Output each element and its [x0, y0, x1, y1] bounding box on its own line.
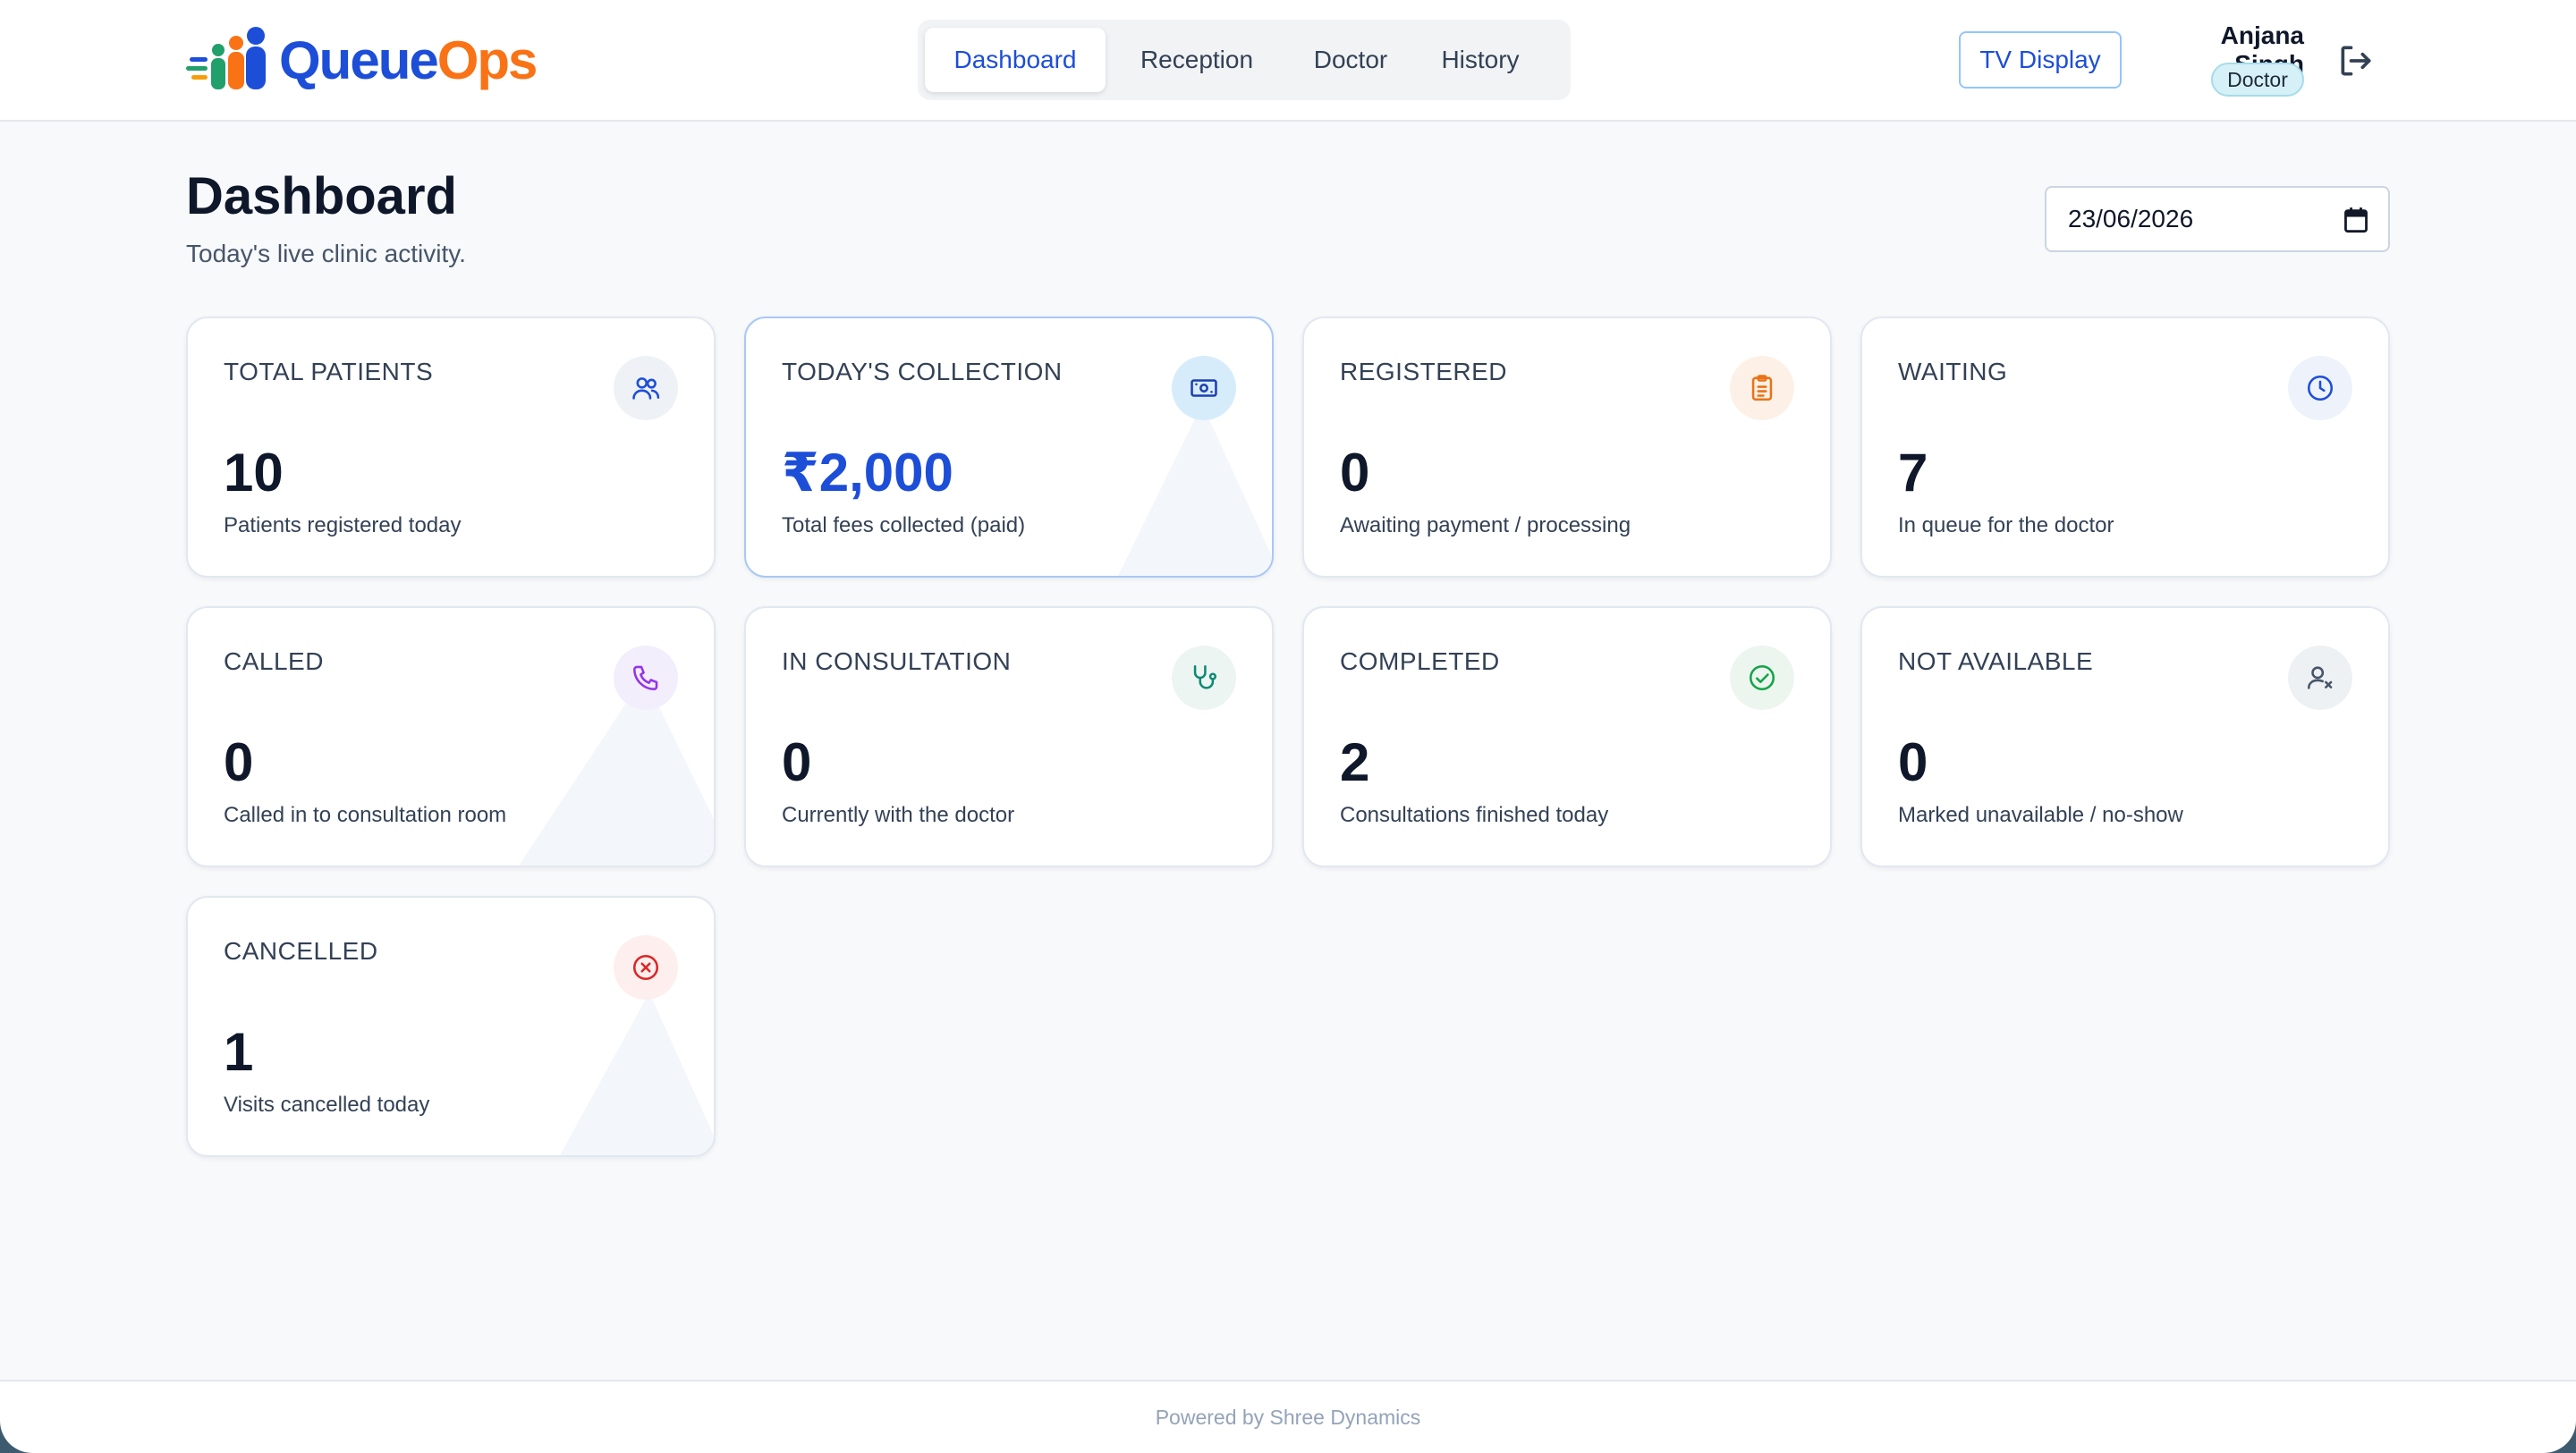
top-header: QueueOps Dashboard Reception Doctor Hist…	[0, 0, 2576, 122]
card-label: WAITING	[1898, 358, 2008, 385]
logo-text-queue: Queue	[279, 30, 439, 90]
main-nav: Dashboard Reception Doctor History	[918, 20, 1571, 100]
stat-card-called: CALLED 0 Called in to consultation room	[186, 606, 716, 867]
card-value: 0	[1340, 443, 1370, 503]
calendar-icon[interactable]	[2343, 207, 2368, 233]
logo-people-icon	[186, 25, 279, 97]
card-value: 7	[1898, 443, 1928, 503]
footer-text: Powered by Shree Dynamics	[1155, 1405, 1421, 1429]
stat-card-todays-collection: TODAY'S COLLECTION ₹2,000 Total fees col…	[744, 317, 1274, 578]
stat-card-total-patients: TOTAL PATIENTS 10 Patients registered to…	[186, 317, 716, 578]
stethoscope-icon	[1172, 646, 1236, 710]
logout-icon[interactable]	[2336, 41, 2376, 80]
stat-card-in-consultation: IN CONSULTATION 0 Currently with the doc…	[744, 606, 1274, 867]
stat-card-completed: COMPLETED 2 Consultations finished today	[1302, 606, 1832, 867]
stat-card-cancelled: CANCELLED 1 Visits cancelled today	[186, 896, 716, 1157]
page-subtitle: Today's live clinic activity.	[186, 240, 466, 267]
tab-history[interactable]: History	[1413, 28, 1547, 92]
card-label: COMPLETED	[1340, 647, 1500, 675]
card-description: Visits cancelled today	[224, 1093, 430, 1117]
card-value: 1	[224, 1022, 254, 1082]
user-x-icon	[2288, 646, 2352, 710]
stat-card-registered: REGISTERED 0 Awaiting payment / processi…	[1302, 317, 1832, 578]
card-value: 0	[782, 732, 812, 792]
cash-icon	[1172, 356, 1236, 420]
card-value: 0	[224, 732, 254, 792]
logo-text-ops: Ops	[436, 30, 538, 90]
logo-wordmark: QueueOps	[279, 25, 538, 97]
date-value: 23/06/2026	[2068, 205, 2194, 232]
card-description: Patients registered today	[224, 513, 462, 537]
stat-card-waiting: WAITING 7 In queue for the doctor	[1860, 317, 2390, 578]
card-label: REGISTERED	[1340, 358, 1508, 385]
x-circle-icon	[614, 935, 678, 1000]
card-description: Currently with the doctor	[782, 803, 1015, 827]
users-icon	[614, 356, 678, 420]
card-label: TOTAL PATIENTS	[224, 358, 434, 385]
card-value: 10	[224, 443, 284, 503]
card-label: TODAY'S COLLECTION	[782, 358, 1063, 385]
card-description: Total fees collected (paid)	[782, 513, 1026, 537]
card-description: Called in to consultation room	[224, 803, 507, 827]
app-logo[interactable]: QueueOps	[186, 25, 538, 97]
tab-doctor[interactable]: Doctor	[1288, 28, 1413, 92]
card-value: ₹2,000	[782, 443, 953, 503]
card-label: IN CONSULTATION	[782, 647, 1012, 675]
card-description: In queue for the doctor	[1898, 513, 2114, 537]
card-description: Awaiting payment / processing	[1340, 513, 1631, 537]
tab-dashboard[interactable]: Dashboard	[925, 28, 1106, 92]
clipboard-icon	[1730, 356, 1794, 420]
card-label: CALLED	[224, 647, 324, 675]
card-description: Consultations finished today	[1340, 803, 1609, 827]
tab-reception[interactable]: Reception	[1106, 28, 1288, 92]
role-badge: Doctor	[2211, 63, 2304, 97]
card-label: CANCELLED	[224, 937, 378, 965]
footer: Powered by Shree Dynamics	[0, 1380, 2576, 1453]
date-picker-input[interactable]: 23/06/2026	[2045, 186, 2390, 252]
tv-display-button[interactable]: TV Display	[1959, 31, 2122, 89]
card-value: 2	[1340, 732, 1370, 792]
clock-icon	[2288, 356, 2352, 420]
stat-card-not-available: NOT AVAILABLE 0 Marked unavailable / no-…	[1860, 606, 2390, 867]
card-label: NOT AVAILABLE	[1898, 647, 2094, 675]
phone-icon	[614, 646, 678, 710]
check-circle-icon	[1730, 646, 1794, 710]
page-title: Dashboard	[186, 167, 457, 225]
card-value: 0	[1898, 732, 1928, 792]
card-description: Marked unavailable / no-show	[1898, 803, 2183, 827]
